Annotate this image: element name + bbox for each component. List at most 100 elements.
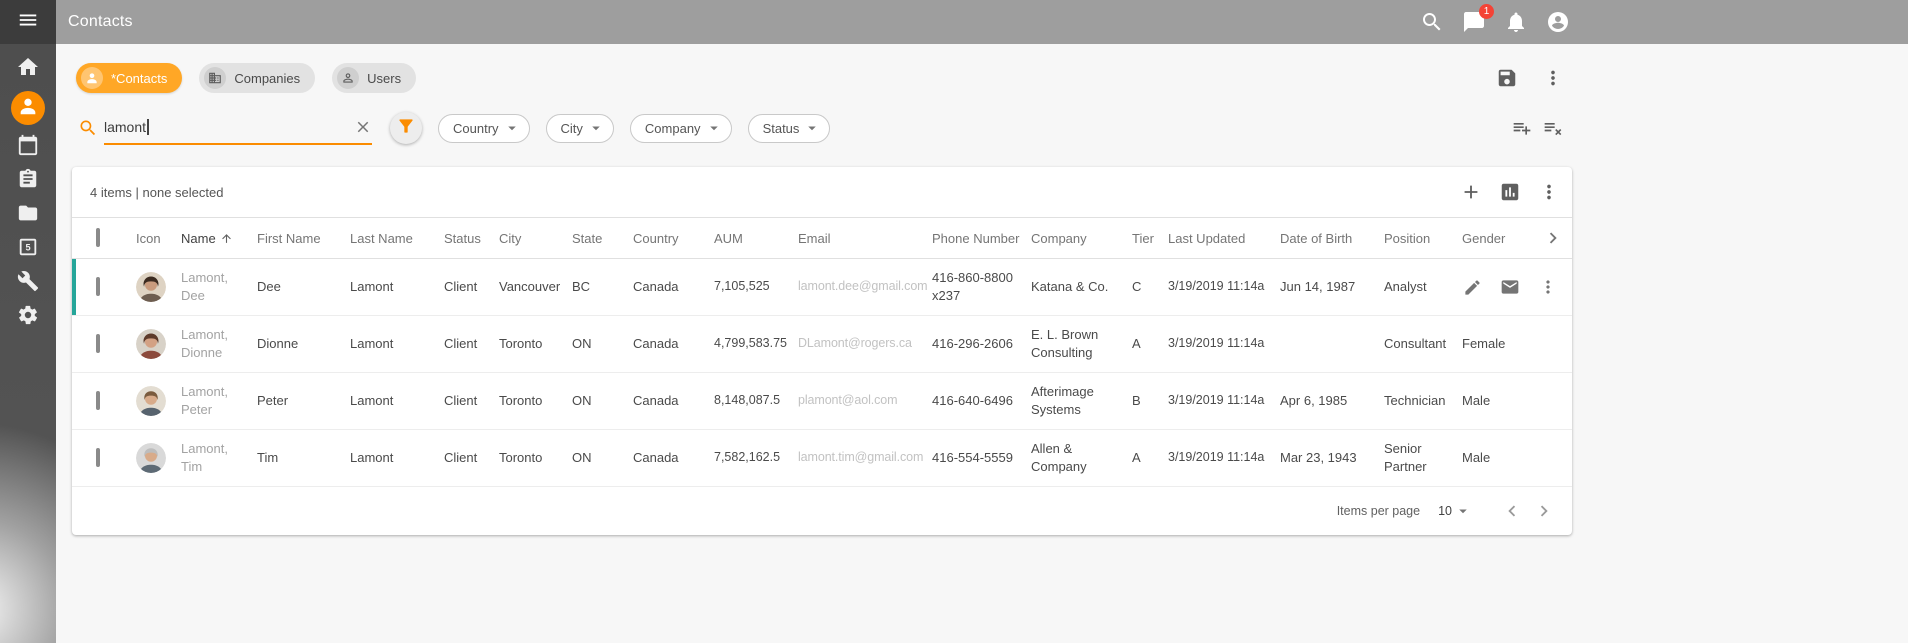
position: Analyst xyxy=(1384,278,1462,296)
contacts-tab-icon xyxy=(81,67,103,89)
playlist-remove-icon[interactable] xyxy=(1542,117,1564,139)
status: Client xyxy=(444,335,499,353)
phone: 416-640-6496 xyxy=(932,392,1031,410)
chat-icon[interactable]: 1 xyxy=(1462,10,1486,34)
search-field-icon xyxy=(78,118,98,138)
filter-chip-company[interactable]: Company xyxy=(630,114,732,143)
contact-row[interactable]: Lamont, Peter Peter Lamont Client Toront… xyxy=(72,373,1572,430)
add-contact-icon[interactable] xyxy=(1460,181,1482,203)
clear-search-icon[interactable] xyxy=(354,118,372,136)
sidebar-item-tasks[interactable] xyxy=(16,169,40,193)
first-name: Dee xyxy=(257,278,350,296)
position: Consultant xyxy=(1384,335,1462,353)
column-header-state[interactable]: State xyxy=(572,231,633,246)
column-header-tier[interactable]: Tier xyxy=(1132,231,1168,246)
company: Katana & Co. xyxy=(1031,278,1132,296)
last-updated: 3/19/2019 11:14a xyxy=(1168,335,1280,353)
column-header-position[interactable]: Position xyxy=(1384,231,1462,246)
filter-chip-status[interactable]: Status xyxy=(748,114,831,143)
filter-chip-country-label: Country xyxy=(453,121,499,136)
column-header-company[interactable]: Company xyxy=(1031,231,1132,246)
phone: 416-860-8800 x237 xyxy=(932,269,1031,305)
contact-row[interactable]: Lamont, Dee Dee Lamont Client Vancouver … xyxy=(72,259,1572,316)
home-icon xyxy=(16,55,40,84)
column-header-last-name[interactable]: Last Name xyxy=(350,231,444,246)
sidebar-item-calendar[interactable] xyxy=(16,135,40,159)
column-header-status[interactable]: Status xyxy=(444,231,499,246)
more-options-icon[interactable] xyxy=(1542,67,1564,89)
contacts-grid-card: 4 items | none selected Icon Name First … xyxy=(72,167,1572,535)
playlist-add-icon[interactable] xyxy=(1511,117,1533,139)
menu-button[interactable] xyxy=(0,0,56,44)
email: DLamont@rogers.ca xyxy=(798,335,932,353)
contact-name: Lamont, Dee xyxy=(181,269,257,305)
tab-users[interactable]: Users xyxy=(332,63,416,93)
previous-page-icon[interactable] xyxy=(1500,499,1524,523)
selection-summary: 4 items | none selected xyxy=(90,185,223,200)
chevron-down-icon xyxy=(503,119,521,137)
row-more-icon[interactable] xyxy=(1538,277,1558,297)
notifications-icon[interactable] xyxy=(1504,10,1528,34)
column-header-date-of-birth[interactable]: Date of Birth xyxy=(1280,231,1384,246)
column-header-phone[interactable]: Phone Number xyxy=(932,231,1031,246)
first-name: Dionne xyxy=(257,335,350,353)
topbar: Contacts 1 xyxy=(56,0,1908,44)
page-size-select[interactable]: 10 xyxy=(1438,502,1472,520)
tier: A xyxy=(1132,335,1168,353)
column-header-first-name[interactable]: First Name xyxy=(257,231,350,246)
select-all-checkbox[interactable] xyxy=(96,228,100,247)
funnel-icon xyxy=(396,116,416,141)
column-header-name[interactable]: Name xyxy=(181,231,257,246)
filter-chip-country[interactable]: Country xyxy=(438,114,530,143)
tab-contacts[interactable]: *Contacts xyxy=(76,63,182,93)
filter-chip-city[interactable]: City xyxy=(546,114,614,143)
column-header-aum[interactable]: AUM xyxy=(714,231,798,246)
save-icon[interactable] xyxy=(1496,67,1518,89)
column-header-country[interactable]: Country xyxy=(633,231,714,246)
account-icon[interactable] xyxy=(1546,10,1570,34)
column-header-email[interactable]: Email xyxy=(798,231,932,246)
page-title: Contacts xyxy=(68,13,133,31)
grid-header: 4 items | none selected xyxy=(72,167,1572,217)
column-header-icon[interactable]: Icon xyxy=(136,231,181,246)
column-header-last-updated[interactable]: Last Updated xyxy=(1168,231,1280,246)
grid-more-icon[interactable] xyxy=(1538,181,1560,203)
menu-icon xyxy=(17,9,39,36)
edit-icon[interactable] xyxy=(1462,277,1482,297)
aum: 4,799,583.75 xyxy=(714,335,798,353)
sidebar-item-folder[interactable] xyxy=(16,203,40,227)
filter-button[interactable] xyxy=(390,112,422,144)
sidebar-item-filter5[interactable]: 5 xyxy=(16,237,40,261)
sidebar-item-contacts[interactable] xyxy=(11,91,45,125)
row-checkbox[interactable] xyxy=(96,334,100,353)
sidebar-item-home[interactable] xyxy=(16,57,40,81)
column-header-gender[interactable]: Gender xyxy=(1462,231,1522,246)
status: Client xyxy=(444,392,499,410)
search-input[interactable]: lamont xyxy=(104,111,372,145)
email-icon[interactable] xyxy=(1500,277,1520,297)
row-checkbox[interactable] xyxy=(96,391,100,410)
row-checkbox[interactable] xyxy=(96,448,100,467)
tier: A xyxy=(1132,449,1168,467)
sidebar-item-settings[interactable] xyxy=(16,305,40,329)
city: Vancouver xyxy=(499,278,572,296)
chevron-down-icon xyxy=(803,119,821,137)
column-header-city[interactable]: City xyxy=(499,231,572,246)
search-icon[interactable] xyxy=(1420,10,1444,34)
next-page-icon[interactable] xyxy=(1532,499,1556,523)
country: Canada xyxy=(633,392,714,410)
scroll-columns-right-icon[interactable] xyxy=(1542,227,1564,249)
tab-companies[interactable]: Companies xyxy=(199,63,315,93)
contact-name: Lamont, Tim xyxy=(181,440,257,476)
contact-row[interactable]: Lamont, Dionne Dionne Lamont Client Toro… xyxy=(72,316,1572,373)
last-updated: 3/19/2019 11:14a xyxy=(1168,449,1280,467)
sidebar-item-tools[interactable] xyxy=(16,271,40,295)
pagination-bar: Items per page 10 xyxy=(72,487,1572,535)
email: lamont.dee@gmail.com xyxy=(798,278,932,296)
contact-row[interactable]: Lamont, Tim Tim Lamont Client Toronto ON… xyxy=(72,430,1572,487)
company: Afterimage Systems xyxy=(1031,383,1132,419)
search-input-value: lamont xyxy=(104,119,146,135)
row-checkbox[interactable] xyxy=(96,277,100,296)
chart-view-icon[interactable] xyxy=(1499,181,1521,203)
last-name: Lamont xyxy=(350,449,444,467)
